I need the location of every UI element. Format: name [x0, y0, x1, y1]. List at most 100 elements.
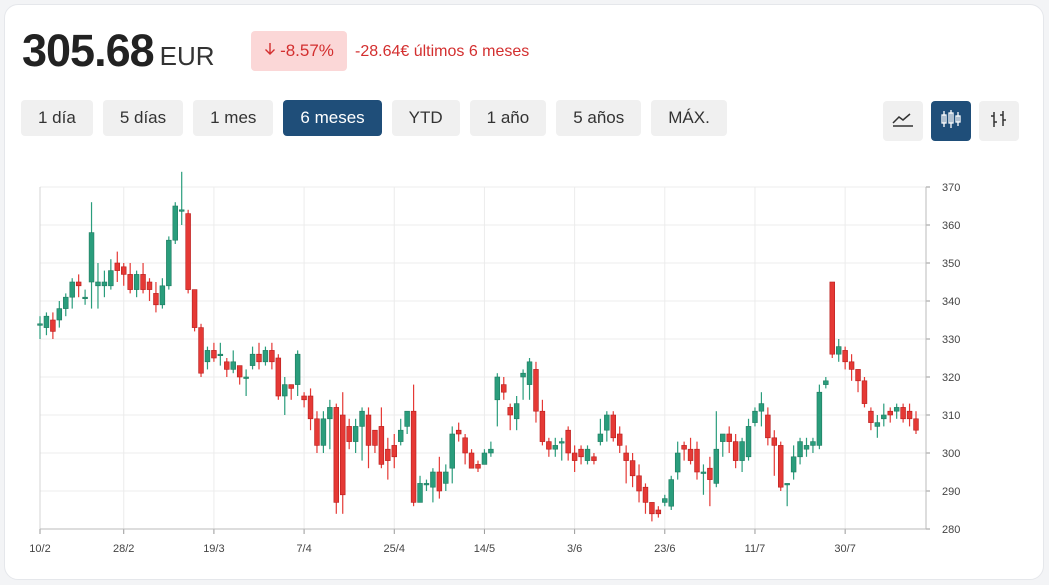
candle-body: [629, 460, 636, 477]
candle-body: [597, 433, 604, 442]
candle-body: [758, 403, 765, 412]
candle-body: [765, 414, 771, 439]
y-tick-label: 350: [942, 258, 960, 270]
candle-body: [623, 452, 629, 461]
candle-body: [913, 418, 919, 431]
y-tick-label: 360: [942, 220, 960, 232]
candle-body: [475, 464, 481, 469]
candle-body: [810, 441, 816, 446]
candle-body: [314, 418, 320, 446]
candle-body: [436, 471, 443, 492]
candle-body: [243, 376, 249, 379]
x-tick-label: 19/3: [203, 543, 224, 555]
candle-body: [211, 350, 217, 359]
candle-body: [739, 441, 745, 461]
x-tick-label: 30/7: [834, 543, 855, 555]
candle-body: [191, 289, 198, 328]
candle-body: [803, 445, 810, 450]
candle-body: [674, 452, 681, 473]
x-tick-label: 11/7: [745, 543, 766, 555]
candle-body: [823, 380, 829, 385]
candle-body: [365, 414, 372, 446]
candle-body: [797, 441, 803, 458]
candle-body: [82, 296, 88, 300]
candle-body: [340, 414, 346, 496]
candle-body: [443, 471, 449, 484]
candle-body: [726, 433, 732, 442]
candle-body: [301, 395, 307, 401]
candle-body: [848, 361, 855, 370]
candle-body: [88, 232, 95, 283]
candle-body: [236, 365, 243, 378]
candle-body: [262, 350, 269, 363]
y-tick-label: 330: [942, 334, 960, 346]
candle-body: [108, 270, 114, 287]
candle-body: [829, 281, 835, 355]
candle-body: [307, 395, 314, 420]
candle-body: [861, 380, 868, 404]
y-tick-label: 280: [942, 524, 960, 536]
candle-body: [893, 407, 900, 412]
candle-body: [127, 274, 133, 290]
candle-body: [391, 445, 397, 458]
candle-body: [526, 361, 533, 385]
candle-body: [417, 483, 423, 503]
candle-body: [178, 209, 185, 212]
x-tick-label: 28/2: [113, 543, 134, 555]
candle-body: [423, 483, 430, 486]
candle-body: [745, 426, 752, 458]
candle-body: [114, 262, 121, 271]
y-tick-label: 290: [942, 486, 960, 498]
candle-body: [282, 384, 288, 397]
candle-body: [288, 384, 294, 389]
candle-body: [63, 296, 69, 309]
candle-body: [636, 475, 642, 492]
candle-body: [591, 456, 597, 461]
candle-body: [778, 445, 784, 488]
candle-body: [649, 502, 655, 515]
candle-body: [507, 407, 513, 416]
candle-body: [881, 414, 887, 420]
candle-body: [50, 319, 56, 332]
candlestick-chart: 280 290 300 310 320 330 340 350 360 370 10/2 28/2 19…: [29, 171, 960, 555]
candle-body: [153, 293, 159, 306]
candle-body: [327, 407, 333, 420]
candle-body: [520, 372, 526, 378]
candle-body: [539, 410, 546, 442]
candle-body: [565, 429, 571, 454]
candle-body: [217, 353, 224, 357]
candle-body: [133, 274, 140, 290]
candle-body: [559, 441, 565, 444]
candle-body: [385, 448, 391, 461]
candle-body: [185, 213, 191, 290]
candle-body: [462, 437, 468, 454]
candle-body: [75, 281, 82, 287]
candle-body: [784, 483, 790, 486]
candle-body: [616, 433, 623, 446]
y-tick-label: 320: [942, 372, 960, 384]
candle-body: [700, 471, 707, 474]
candle-body: [855, 369, 861, 382]
candle-body: [694, 448, 700, 473]
candle-body: [146, 281, 153, 290]
candle-body: [56, 308, 63, 321]
candle-body: [816, 391, 823, 446]
candle-body: [275, 357, 282, 397]
candle-body: [501, 384, 507, 393]
candle-body: [713, 448, 720, 484]
candle-body: [642, 486, 649, 503]
candle-body: [468, 452, 475, 469]
candle-body: [430, 471, 436, 488]
candle-body: [43, 315, 50, 328]
candle-body: [230, 361, 236, 370]
candle-body: [352, 426, 359, 442]
candle-body: [333, 407, 340, 503]
candle-body: [294, 353, 301, 385]
candle-body: [204, 350, 211, 363]
candle-body: [269, 350, 275, 363]
candle-body: [372, 429, 378, 446]
candle-body: [397, 429, 404, 442]
candle-body: [359, 410, 365, 427]
candle-body: [533, 369, 539, 412]
candle-body: [687, 448, 694, 461]
